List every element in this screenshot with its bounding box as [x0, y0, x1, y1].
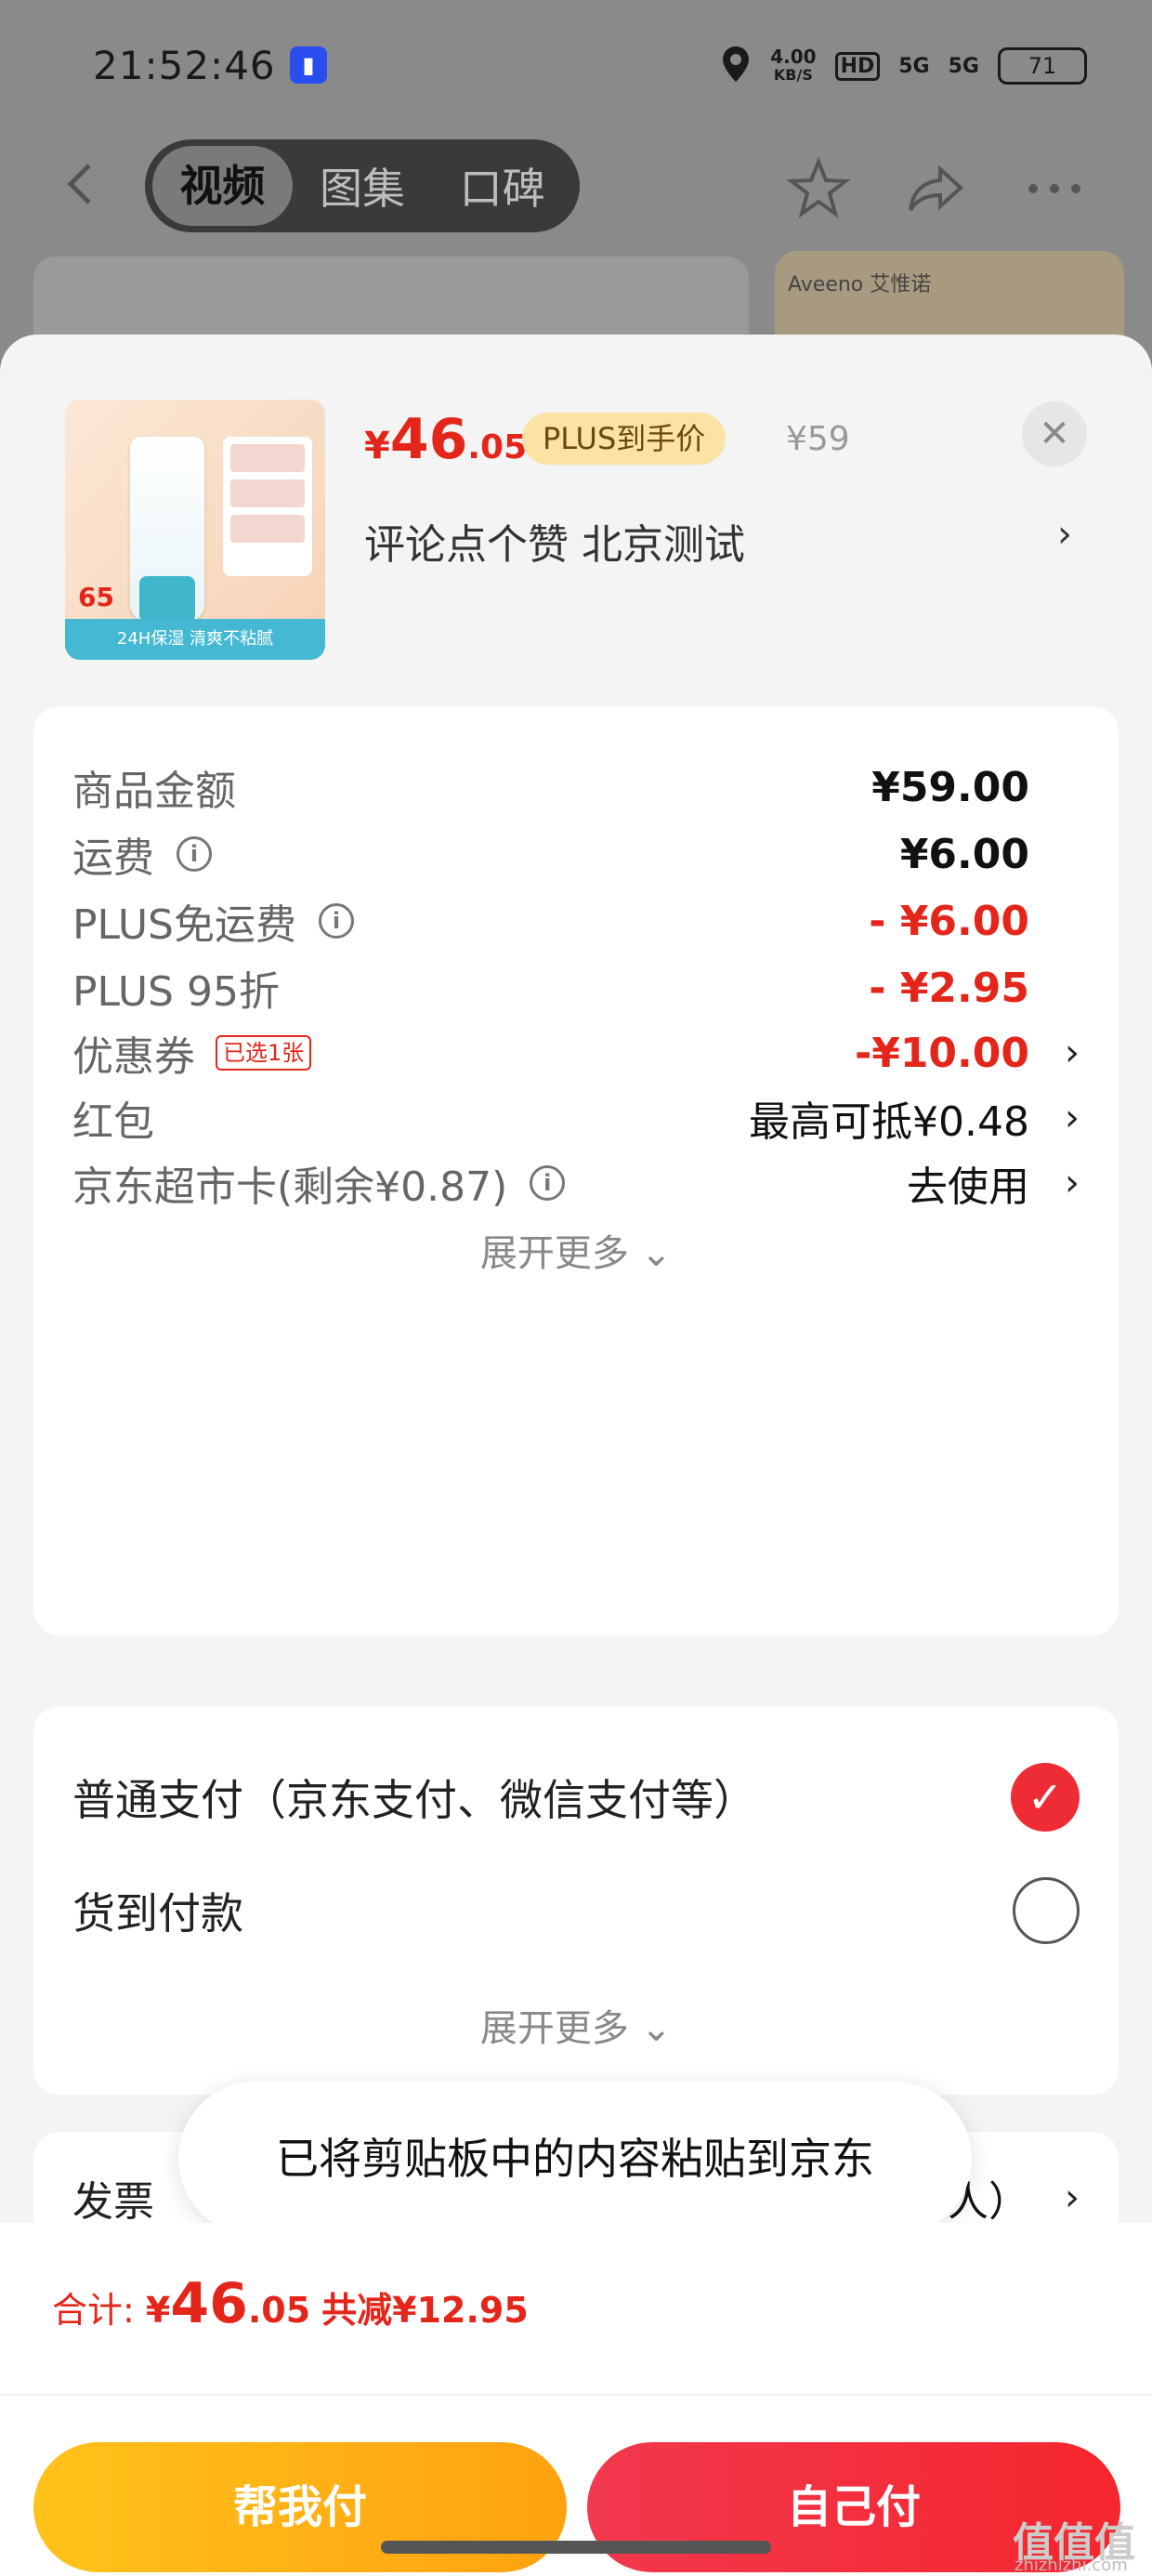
promo-panel	[223, 437, 312, 576]
fee-value: - ¥6.00	[869, 897, 1029, 945]
fee-value: 最高可抵¥0.48	[749, 1098, 1029, 1146]
bg-brand-text: Aveeno 艾惟诺	[788, 273, 932, 296]
fee-breakdown-card: 商品金额 ¥59.00 运费 i ¥6.00 PLUS免运费 i - ¥6.00…	[33, 706, 1119, 1636]
signal-icon-2: 5G	[948, 54, 979, 78]
invoice-label: 发票	[72, 2178, 154, 2226]
payment-label: 普通支付（京东支付、微信支付等）	[72, 1775, 756, 1825]
fee-row-plus-free-shipping: PLUS免运费 i - ¥6.00	[72, 888, 1080, 953]
coupon-selected-tag: 已选1张	[216, 1035, 312, 1071]
product-cap-image	[139, 576, 195, 623]
fee-label: 优惠券	[72, 1033, 195, 1081]
order-total: 合计: ¥46.05 共减¥12.95	[52, 2271, 529, 2336]
payment-label: 货到付款	[72, 1888, 243, 1939]
order-sheet: 65 24H保湿 清爽不粘腻 ¥46.05 PLUS到手价 ¥59 ✕ 评论点个…	[0, 335, 1152, 2576]
fee-row-red-packet[interactable]: 红包 最高可抵¥0.48 ›	[72, 1085, 1080, 1150]
total-label: 合计:	[52, 2290, 146, 2331]
hd-icon: HD	[834, 51, 881, 81]
chevron-right-icon[interactable]: ›	[1057, 513, 1072, 556]
expand-more-payment[interactable]: 展开更多 ⌄	[33, 1998, 1119, 2052]
fee-row-goods: 商品金额 ¥59.00	[72, 755, 1080, 820]
fee-label: PLUS免运费	[72, 901, 296, 949]
tab-video[interactable]: 视频	[152, 146, 293, 226]
total-discount: 共减¥12.95	[321, 2290, 529, 2331]
status-bar: 21:52:46 ▮ 4.00 KB/S HD 5G 5G 71	[0, 0, 1152, 139]
fee-row-plus-discount: PLUS 95折 - ¥2.95	[72, 955, 1080, 1020]
fee-row-shipping: 运费 i ¥6.00	[72, 821, 1080, 887]
price-integer: 46	[389, 407, 468, 472]
location-icon	[720, 45, 752, 87]
fee-row-coupon[interactable]: 优惠券 已选1张 -¥10.00 ›	[72, 1020, 1080, 1085]
original-price: ¥59	[786, 420, 850, 458]
home-indicator[interactable]	[381, 2541, 771, 2554]
chevron-right-icon[interactable]: ›	[1065, 1162, 1080, 1204]
net-speed: 4.00 KB/S	[770, 47, 816, 85]
status-time: 21:52:46	[93, 43, 276, 88]
net-speed-unit: KB/S	[773, 66, 813, 84]
product-summary: 65 24H保湿 清爽不粘腻 ¥46.05 PLUS到手价 ¥59 ✕ 评论点个…	[0, 335, 1152, 706]
current-price: ¥46.05	[364, 407, 527, 472]
info-icon[interactable]: i	[177, 836, 212, 872]
thumb-banner-text: 24H保湿 清爽不粘腻	[116, 629, 274, 649]
product-name[interactable]: 评论点个赞 北京测试	[364, 511, 745, 571]
fee-label: 京东超市卡(剩余¥0.87)	[72, 1163, 508, 1211]
thumb-price: 65	[78, 582, 114, 612]
payment-option-normal[interactable]: 普通支付（京东支付、微信支付等） ✓	[72, 1760, 1080, 1834]
product-thumbnail[interactable]: 65 24H保湿 清爽不粘腻	[65, 400, 325, 660]
fee-label: 红包	[72, 1098, 154, 1146]
star-icon[interactable]	[786, 156, 851, 221]
watermark-text: zhizhizhi.com	[1015, 2556, 1128, 2575]
expand-more-fees[interactable]: 展开更多 ⌄	[33, 1223, 1119, 1277]
fee-value: ¥59.00	[871, 763, 1029, 811]
fee-label: PLUS 95折	[72, 968, 280, 1016]
info-icon[interactable]: i	[319, 903, 354, 939]
checkout-bar: 合计: ¥46.05 共减¥12.95 帮我付 自己付	[0, 2223, 1152, 2576]
close-button[interactable]: ✕	[1022, 401, 1087, 467]
total-integer: 46	[170, 2271, 248, 2336]
chevron-right-icon[interactable]: ›	[1065, 1097, 1080, 1139]
payment-method-card: 普通支付（京东支付、微信支付等） ✓ 货到付款 展开更多 ⌄	[33, 1706, 1119, 2095]
unchecked-circle-icon[interactable]	[1013, 1877, 1080, 1944]
price-symbol: ¥	[364, 425, 390, 467]
net-speed-value: 4.00	[770, 46, 817, 68]
checked-circle-icon[interactable]: ✓	[1011, 1763, 1080, 1832]
chevron-right-icon[interactable]: ›	[1065, 1032, 1080, 1074]
thumb-banner: 24H保湿 清爽不粘腻	[65, 619, 325, 660]
battery-icon: 71	[998, 47, 1087, 85]
fee-value: -¥10.00	[854, 1029, 1029, 1077]
signal-icon: 5G	[898, 54, 930, 78]
price-decimal: .05	[467, 428, 528, 467]
plus-price-tag: PLUS到手价	[522, 413, 727, 465]
media-tabs: 视频 图集 口碑	[145, 139, 580, 232]
fee-value: 去使用	[907, 1163, 1029, 1211]
status-icons: 4.00 KB/S HD 5G 5G 71	[720, 45, 1087, 87]
clipboard-toast: 已将剪贴板中的内容粘贴到京东	[178, 2082, 972, 2236]
tab-gallery[interactable]: 图集	[293, 155, 433, 217]
more-icon[interactable]	[1022, 156, 1087, 221]
back-arrow-icon[interactable]	[56, 158, 108, 210]
tab-reviews[interactable]: 口碑	[432, 155, 572, 217]
fee-row-supermarket-card[interactable]: 京东超市卡(剩余¥0.87) i 去使用 ›	[72, 1150, 1080, 1216]
payment-option-cod[interactable]: 货到付款	[72, 1873, 1080, 1948]
divider	[0, 2394, 1152, 2396]
flashlight-icon: ▮	[290, 46, 327, 84]
chevron-right-icon[interactable]: ›	[1065, 2176, 1080, 2219]
fee-label: 商品金额	[72, 768, 236, 815]
fee-value: - ¥2.95	[869, 964, 1029, 1012]
total-decimal: .05	[247, 2290, 311, 2331]
fee-label: 运费	[72, 835, 154, 882]
info-icon[interactable]: i	[530, 1165, 566, 1201]
total-symbol: ¥	[145, 2290, 171, 2331]
share-icon[interactable]	[903, 156, 968, 221]
fee-value: ¥6.00	[899, 830, 1029, 878]
